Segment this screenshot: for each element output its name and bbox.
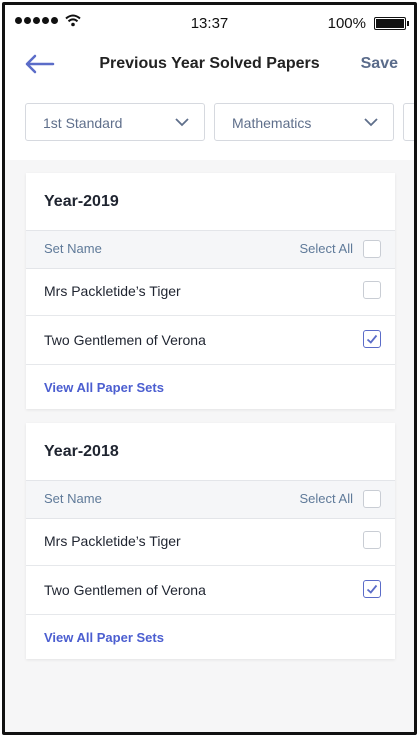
- standard-dropdown[interactable]: 1st Standard: [25, 103, 205, 141]
- select-all-checkbox[interactable]: [363, 240, 381, 258]
- select-all-label[interactable]: Select All: [300, 241, 353, 256]
- phone-frame: 13:37 100% Previous Year Solved Papers S…: [2, 2, 417, 735]
- filter-bar: 1st Standard Mathematics: [5, 103, 414, 147]
- app-header: Previous Year Solved Papers Save: [5, 45, 414, 85]
- year-card-2019: Year-2019 Set Name Select All Mrs Packle…: [26, 173, 395, 409]
- table-header: Set Name Select All: [26, 480, 395, 519]
- status-bar: 13:37 100%: [5, 5, 414, 39]
- table-row[interactable]: Two Gentlemen of Verona: [26, 316, 395, 365]
- paper-set-name: Two Gentlemen of Verona: [44, 582, 206, 598]
- paper-set-name: Mrs Packletide’s Tiger: [44, 533, 181, 549]
- page-title: Previous Year Solved Papers: [99, 55, 320, 72]
- chevron-down-icon: [364, 118, 378, 127]
- select-all-label[interactable]: Select All: [300, 491, 353, 506]
- select-all-checkbox[interactable]: [363, 490, 381, 508]
- paper-set-name: Two Gentlemen of Verona: [44, 332, 206, 348]
- table-header: Set Name Select All: [26, 230, 395, 269]
- set-name-header: Set Name: [44, 491, 102, 506]
- row-checkbox-checked[interactable]: [363, 330, 381, 348]
- table-row[interactable]: Mrs Packletide’s Tiger: [26, 517, 395, 566]
- checkmark-icon: [366, 584, 378, 594]
- row-checkbox[interactable]: [363, 281, 381, 299]
- subject-dropdown[interactable]: Mathematics: [214, 103, 394, 141]
- view-all-paper-sets-link[interactable]: View All Paper Sets: [44, 630, 164, 645]
- checkmark-icon: [366, 334, 378, 344]
- table-row[interactable]: Two Gentlemen of Verona: [26, 566, 395, 615]
- year-title: Year-2019: [44, 193, 119, 210]
- set-name-header: Set Name: [44, 241, 102, 256]
- third-dropdown[interactable]: [403, 103, 414, 141]
- standard-dropdown-label: 1st Standard: [43, 115, 123, 131]
- battery-percent: 100%: [327, 15, 366, 32]
- subject-dropdown-label: Mathematics: [232, 115, 312, 131]
- year-card-2018: Year-2018 Set Name Select All Mrs Packle…: [26, 423, 395, 659]
- year-title: Year-2018: [44, 443, 119, 460]
- row-checkbox[interactable]: [363, 531, 381, 549]
- save-button[interactable]: Save: [361, 55, 398, 73]
- table-row[interactable]: Mrs Packletide’s Tiger: [26, 267, 395, 316]
- row-checkbox-checked[interactable]: [363, 580, 381, 598]
- chevron-down-icon: [175, 118, 189, 127]
- view-all-paper-sets-link[interactable]: View All Paper Sets: [44, 380, 164, 395]
- paper-set-name: Mrs Packletide’s Tiger: [44, 283, 181, 299]
- battery-icon: [374, 17, 409, 30]
